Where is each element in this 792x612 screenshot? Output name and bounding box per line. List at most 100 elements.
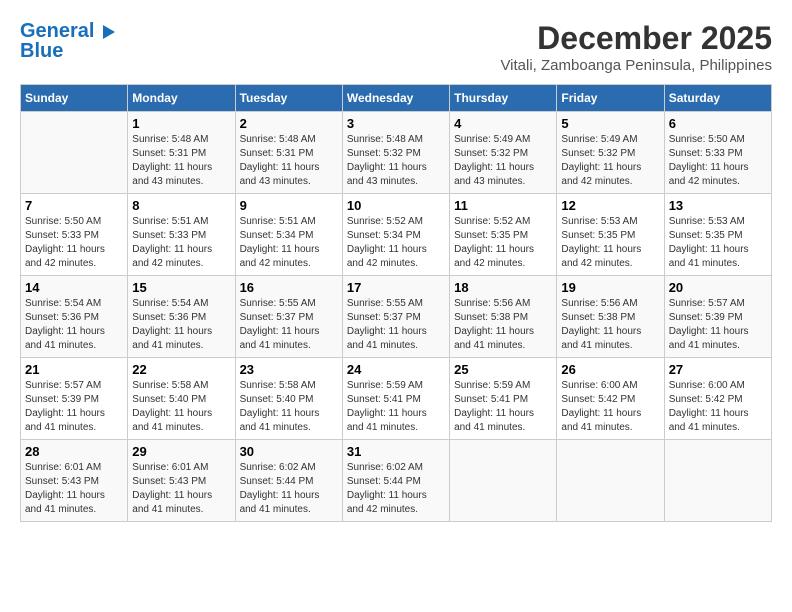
day-number: 22: [132, 362, 230, 377]
calendar-cell: 4 Sunrise: 5:49 AMSunset: 5:32 PMDayligh…: [450, 112, 557, 194]
day-detail: Sunrise: 5:48 AMSunset: 5:31 PMDaylight:…: [240, 133, 338, 189]
calendar-cell: [557, 440, 664, 522]
day-detail: Sunrise: 5:51 AMSunset: 5:33 PMDaylight:…: [132, 215, 230, 271]
weekday-header-thursday: Thursday: [450, 85, 557, 112]
calendar-cell: 27 Sunrise: 6:00 AMSunset: 5:42 PMDaylig…: [664, 358, 771, 440]
day-detail: Sunrise: 5:58 AMSunset: 5:40 PMDaylight:…: [240, 379, 338, 435]
day-detail: Sunrise: 5:50 AMSunset: 5:33 PMDaylight:…: [25, 215, 123, 271]
day-detail: Sunrise: 5:48 AMSunset: 5:31 PMDaylight:…: [132, 133, 230, 189]
weekday-header-saturday: Saturday: [664, 85, 771, 112]
calendar-cell: 18 Sunrise: 5:56 AMSunset: 5:38 PMDaylig…: [450, 276, 557, 358]
day-number: 12: [561, 198, 659, 213]
day-number: 11: [454, 198, 552, 213]
day-number: 23: [240, 362, 338, 377]
day-number: 10: [347, 198, 445, 213]
day-detail: Sunrise: 5:59 AMSunset: 5:41 PMDaylight:…: [454, 379, 552, 435]
calendar-title: December 2025: [500, 20, 772, 57]
day-detail: Sunrise: 5:56 AMSunset: 5:38 PMDaylight:…: [561, 297, 659, 353]
day-number: 16: [240, 280, 338, 295]
day-detail: Sunrise: 6:00 AMSunset: 5:42 PMDaylight:…: [669, 379, 767, 435]
day-number: 1: [132, 116, 230, 131]
day-number: 8: [132, 198, 230, 213]
calendar-cell: 3 Sunrise: 5:48 AMSunset: 5:32 PMDayligh…: [342, 112, 449, 194]
day-number: 15: [132, 280, 230, 295]
calendar-cell: 23 Sunrise: 5:58 AMSunset: 5:40 PMDaylig…: [235, 358, 342, 440]
day-detail: Sunrise: 5:51 AMSunset: 5:34 PMDaylight:…: [240, 215, 338, 271]
day-detail: Sunrise: 5:49 AMSunset: 5:32 PMDaylight:…: [454, 133, 552, 189]
day-number: 21: [25, 362, 123, 377]
calendar-cell: 21 Sunrise: 5:57 AMSunset: 5:39 PMDaylig…: [21, 358, 128, 440]
calendar-cell: 30 Sunrise: 6:02 AMSunset: 5:44 PMDaylig…: [235, 440, 342, 522]
logo-text: General: [20, 20, 115, 42]
calendar-cell: 25 Sunrise: 5:59 AMSunset: 5:41 PMDaylig…: [450, 358, 557, 440]
calendar-cell: 7 Sunrise: 5:50 AMSunset: 5:33 PMDayligh…: [21, 194, 128, 276]
day-number: 6: [669, 116, 767, 131]
calendar-cell: 12 Sunrise: 5:53 AMSunset: 5:35 PMDaylig…: [557, 194, 664, 276]
day-detail: Sunrise: 6:02 AMSunset: 5:44 PMDaylight:…: [240, 461, 338, 517]
title-block: December 2025 Vitali, Zamboanga Peninsul…: [500, 20, 772, 74]
day-detail: Sunrise: 6:01 AMSunset: 5:43 PMDaylight:…: [132, 461, 230, 517]
day-detail: Sunrise: 5:53 AMSunset: 5:35 PMDaylight:…: [561, 215, 659, 271]
day-number: 24: [347, 362, 445, 377]
calendar-cell: [450, 440, 557, 522]
day-detail: Sunrise: 5:55 AMSunset: 5:37 PMDaylight:…: [347, 297, 445, 353]
calendar-cell: 28 Sunrise: 6:01 AMSunset: 5:43 PMDaylig…: [21, 440, 128, 522]
weekday-header-tuesday: Tuesday: [235, 85, 342, 112]
day-number: 3: [347, 116, 445, 131]
calendar-cell: 6 Sunrise: 5:50 AMSunset: 5:33 PMDayligh…: [664, 112, 771, 194]
day-number: 30: [240, 444, 338, 459]
calendar-cell: 16 Sunrise: 5:55 AMSunset: 5:37 PMDaylig…: [235, 276, 342, 358]
calendar-cell: 2 Sunrise: 5:48 AMSunset: 5:31 PMDayligh…: [235, 112, 342, 194]
day-number: 7: [25, 198, 123, 213]
day-detail: Sunrise: 5:50 AMSunset: 5:33 PMDaylight:…: [669, 133, 767, 189]
day-detail: Sunrise: 5:56 AMSunset: 5:38 PMDaylight:…: [454, 297, 552, 353]
weekday-header-friday: Friday: [557, 85, 664, 112]
day-detail: Sunrise: 5:52 AMSunset: 5:34 PMDaylight:…: [347, 215, 445, 271]
calendar-week-row: 14 Sunrise: 5:54 AMSunset: 5:36 PMDaylig…: [21, 276, 772, 358]
day-number: 18: [454, 280, 552, 295]
day-number: 5: [561, 116, 659, 131]
day-number: 19: [561, 280, 659, 295]
calendar-week-row: 7 Sunrise: 5:50 AMSunset: 5:33 PMDayligh…: [21, 194, 772, 276]
day-detail: Sunrise: 5:49 AMSunset: 5:32 PMDaylight:…: [561, 133, 659, 189]
calendar-cell: 14 Sunrise: 5:54 AMSunset: 5:36 PMDaylig…: [21, 276, 128, 358]
calendar-table: SundayMondayTuesdayWednesdayThursdayFrid…: [20, 84, 772, 522]
calendar-cell: 11 Sunrise: 5:52 AMSunset: 5:35 PMDaylig…: [450, 194, 557, 276]
day-number: 27: [669, 362, 767, 377]
day-detail: Sunrise: 5:53 AMSunset: 5:35 PMDaylight:…: [669, 215, 767, 271]
calendar-cell: 19 Sunrise: 5:56 AMSunset: 5:38 PMDaylig…: [557, 276, 664, 358]
day-detail: Sunrise: 5:54 AMSunset: 5:36 PMDaylight:…: [25, 297, 123, 353]
calendar-cell: [664, 440, 771, 522]
day-number: 2: [240, 116, 338, 131]
day-detail: Sunrise: 5:57 AMSunset: 5:39 PMDaylight:…: [25, 379, 123, 435]
day-detail: Sunrise: 5:48 AMSunset: 5:32 PMDaylight:…: [347, 133, 445, 189]
day-number: 25: [454, 362, 552, 377]
calendar-subtitle: Vitali, Zamboanga Peninsula, Philippines: [500, 57, 772, 74]
day-detail: Sunrise: 5:59 AMSunset: 5:41 PMDaylight:…: [347, 379, 445, 435]
day-number: 13: [669, 198, 767, 213]
day-detail: Sunrise: 5:57 AMSunset: 5:39 PMDaylight:…: [669, 297, 767, 353]
weekday-header-monday: Monday: [128, 85, 235, 112]
weekday-header-sunday: Sunday: [21, 85, 128, 112]
calendar-body: 1 Sunrise: 5:48 AMSunset: 5:31 PMDayligh…: [21, 112, 772, 522]
day-number: 14: [25, 280, 123, 295]
page-header: General Blue December 2025 Vitali, Zambo…: [20, 20, 772, 74]
weekday-header-row: SundayMondayTuesdayWednesdayThursdayFrid…: [21, 85, 772, 112]
day-number: 29: [132, 444, 230, 459]
logo: General Blue: [20, 20, 115, 63]
calendar-cell: 26 Sunrise: 6:00 AMSunset: 5:42 PMDaylig…: [557, 358, 664, 440]
day-number: 28: [25, 444, 123, 459]
calendar-cell: [21, 112, 128, 194]
day-number: 17: [347, 280, 445, 295]
day-detail: Sunrise: 6:02 AMSunset: 5:44 PMDaylight:…: [347, 461, 445, 517]
day-detail: Sunrise: 5:55 AMSunset: 5:37 PMDaylight:…: [240, 297, 338, 353]
logo-line2: Blue: [20, 40, 115, 63]
calendar-cell: 5 Sunrise: 5:49 AMSunset: 5:32 PMDayligh…: [557, 112, 664, 194]
day-number: 4: [454, 116, 552, 131]
calendar-cell: 29 Sunrise: 6:01 AMSunset: 5:43 PMDaylig…: [128, 440, 235, 522]
day-detail: Sunrise: 5:58 AMSunset: 5:40 PMDaylight:…: [132, 379, 230, 435]
calendar-cell: 10 Sunrise: 5:52 AMSunset: 5:34 PMDaylig…: [342, 194, 449, 276]
calendar-cell: 24 Sunrise: 5:59 AMSunset: 5:41 PMDaylig…: [342, 358, 449, 440]
day-number: 9: [240, 198, 338, 213]
calendar-cell: 22 Sunrise: 5:58 AMSunset: 5:40 PMDaylig…: [128, 358, 235, 440]
